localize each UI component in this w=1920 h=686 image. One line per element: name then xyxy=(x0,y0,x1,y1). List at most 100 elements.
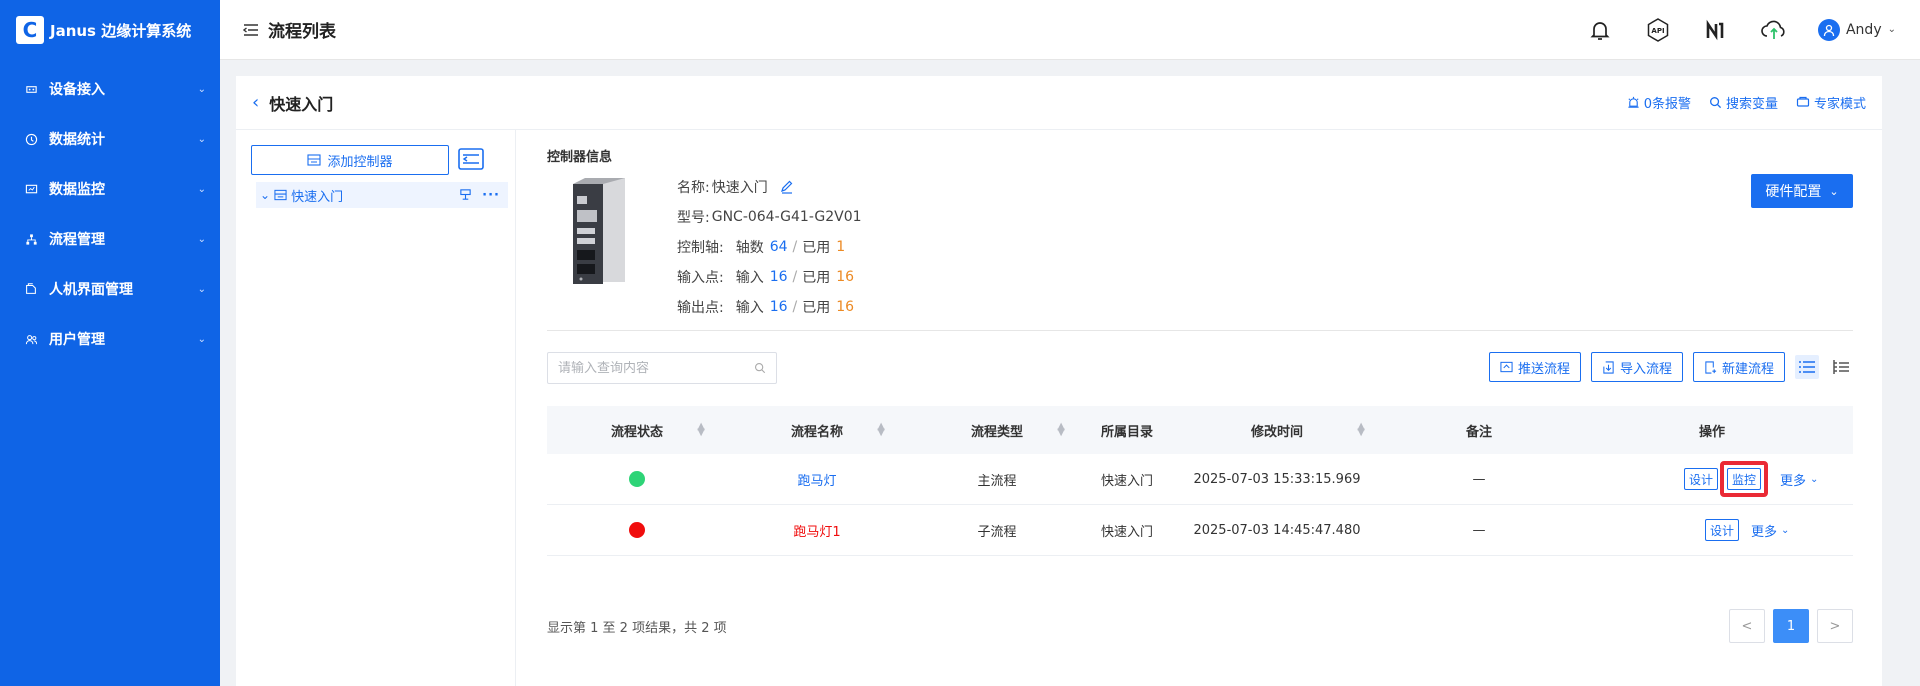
controller-tree-panel: 添加控制器 ⌄ 快速入门 ··· xyxy=(236,130,516,686)
table-header: 流程状态 ▲▼ 流程名称 ▲▼ 流程类型 ▲▼ 所属目录 修改时间 ▲▼ xyxy=(547,406,1853,454)
model-label: 型号: xyxy=(677,210,710,226)
controller-title: 快速入门 xyxy=(269,94,334,114)
page-button-current[interactable]: 1 xyxy=(1773,609,1809,643)
actions-cell: 设计 监控 更多 ⌄ xyxy=(1571,454,1853,504)
add-controller-button[interactable]: 添加控制器 xyxy=(251,145,449,175)
pin-icon[interactable] xyxy=(459,188,472,201)
chevron-down-icon: ⌄ xyxy=(1810,473,1819,485)
page-title: 流程列表 xyxy=(268,22,336,42)
separator: / xyxy=(792,269,798,285)
alarm-label: 0条报警 xyxy=(1643,97,1691,112)
expert-mode-link[interactable]: 专家模式 xyxy=(1796,93,1866,112)
cloud-sync-icon[interactable] xyxy=(1760,16,1788,44)
user-menu[interactable]: Andy ⌄ xyxy=(1817,18,1896,41)
new-flow-button[interactable]: 新建流程 xyxy=(1692,352,1785,382)
tree-item-controller[interactable]: ⌄ 快速入门 ··· xyxy=(256,182,508,208)
time-cell: 2025-07-03 14:45:47.480 xyxy=(1167,505,1387,555)
info-name-row: 名称: 快速入门 xyxy=(677,172,862,202)
monitor-button[interactable]: 监控 xyxy=(1727,468,1762,490)
monitor-highlight: 监控 xyxy=(1720,461,1769,497)
col-header-label: 操作 xyxy=(1698,424,1725,440)
sort-icon[interactable]: ▲ ▼ xyxy=(1057,422,1065,438)
chevron-down-icon: ⌄ xyxy=(1781,524,1790,536)
more-button[interactable]: 更多 ⌄ xyxy=(1780,470,1818,489)
collapse-list-icon[interactable] xyxy=(458,146,484,172)
col-header-label: 备注 xyxy=(1465,424,1492,440)
note-cell: — xyxy=(1387,505,1571,555)
status-dot xyxy=(629,471,645,487)
menu-fold-icon[interactable] xyxy=(242,21,260,39)
alarm-link[interactable]: 0条报警 xyxy=(1627,93,1691,112)
output-label: 输出点: xyxy=(677,300,724,316)
import-flow-button[interactable]: 导入流程 xyxy=(1590,352,1683,382)
design-button[interactable]: 设计 xyxy=(1684,468,1719,490)
type-cell: 主流程 xyxy=(907,454,1087,504)
col-time[interactable]: 修改时间 ▲ ▼ xyxy=(1167,406,1387,454)
status-cell xyxy=(547,505,727,555)
controller-model: GNC-064-G41-G2V01 xyxy=(711,209,862,225)
sidebar-item-monitor[interactable]: 数据监控 ⌄ xyxy=(0,164,220,214)
col-type[interactable]: 流程类型 ▲ ▼ xyxy=(907,406,1087,454)
search-variable-link[interactable]: 搜索变量 xyxy=(1709,93,1778,112)
logo-icon: C xyxy=(16,16,44,44)
col-status[interactable]: 流程状态 ▲ ▼ xyxy=(547,406,727,454)
chevron-down-icon[interactable]: ⌄ xyxy=(260,188,270,202)
axis-label: 控制轴: xyxy=(677,240,724,256)
input-total: 16 xyxy=(769,269,788,285)
avatar xyxy=(1817,18,1840,41)
push-flow-button[interactable]: 推送流程 xyxy=(1488,352,1581,382)
chevron-down-icon: ⌄ xyxy=(197,133,206,145)
chevron-down-icon: ⌄ xyxy=(197,283,206,295)
new-flow-label: 新建流程 xyxy=(1721,361,1774,377)
sidebar-item-flow[interactable]: 流程管理 ⌄ xyxy=(0,214,220,264)
tree-view-icon[interactable] xyxy=(1829,355,1853,379)
sidebar-item-device[interactable]: 设备接入 ⌄ xyxy=(0,64,220,114)
sidebar-item-users[interactable]: 用户管理 ⌄ xyxy=(0,314,220,364)
table-footer: 显示第 1 至 2 项结果，共 2 项 < 1 > xyxy=(547,608,1853,644)
output-count-label: 输入 xyxy=(735,300,764,316)
sidebar-item-label: 数据统计 xyxy=(49,132,105,148)
more-icon[interactable]: ··· xyxy=(482,188,500,203)
used-label: 已用 xyxy=(802,240,831,256)
used-label: 已用 xyxy=(802,300,831,316)
next-page-button[interactable]: > xyxy=(1817,609,1853,643)
sidebar-item-stats[interactable]: 数据统计 ⌄ xyxy=(0,114,220,164)
bell-icon[interactable] xyxy=(1586,16,1614,44)
tree-item-label: 快速入门 xyxy=(291,189,344,205)
sidebar-item-label: 人机界面管理 xyxy=(49,282,133,298)
api-icon[interactable]: API xyxy=(1644,16,1672,44)
col-actions: 操作 xyxy=(1571,406,1853,454)
flow-name-link[interactable]: 跑马灯 xyxy=(797,470,836,489)
monitor-icon xyxy=(24,182,38,196)
flow-type: 子流程 xyxy=(977,524,1017,540)
sidebar-item-hmi[interactable]: 人机界面管理 ⌄ xyxy=(0,264,220,314)
design-button[interactable]: 设计 xyxy=(1705,519,1740,541)
search-icon xyxy=(1709,97,1722,109)
edit-icon[interactable] xyxy=(780,180,794,194)
hardware-config-button[interactable]: 硬件配置 ⌄ xyxy=(1751,174,1853,208)
info-axis-row: 控制轴: 轴数 64 / 已用 1 xyxy=(677,232,862,262)
back-icon[interactable]: ‹ xyxy=(252,92,259,113)
device-icon xyxy=(24,82,38,96)
brand-icon[interactable] xyxy=(1702,16,1730,44)
search-icon xyxy=(754,362,766,374)
search-input[interactable] xyxy=(558,360,754,376)
clock-icon xyxy=(24,132,38,146)
more-button[interactable]: 更多 ⌄ xyxy=(1751,521,1789,540)
sort-icon[interactable]: ▲ ▼ xyxy=(1357,422,1365,438)
status-cell xyxy=(547,454,727,504)
username: Andy xyxy=(1845,21,1882,38)
hmi-icon xyxy=(24,282,38,296)
list-view-icon[interactable] xyxy=(1795,355,1819,379)
prev-page-button[interactable]: < xyxy=(1729,609,1765,643)
col-name[interactable]: 流程名称 ▲ ▼ xyxy=(727,406,907,454)
search-box[interactable] xyxy=(547,352,777,384)
col-header-label: 流程状态 xyxy=(610,424,663,440)
brand[interactable]: C Janus 边缘计算系统 xyxy=(0,0,220,60)
axis-total: 64 xyxy=(769,239,788,255)
sort-icon[interactable]: ▲ ▼ xyxy=(697,422,705,438)
sort-icon[interactable]: ▲ ▼ xyxy=(877,422,885,438)
note-cell: — xyxy=(1387,454,1571,504)
add-controller-label: 添加控制器 xyxy=(327,154,393,170)
flow-name-link[interactable]: 跑马灯1 xyxy=(793,521,840,540)
